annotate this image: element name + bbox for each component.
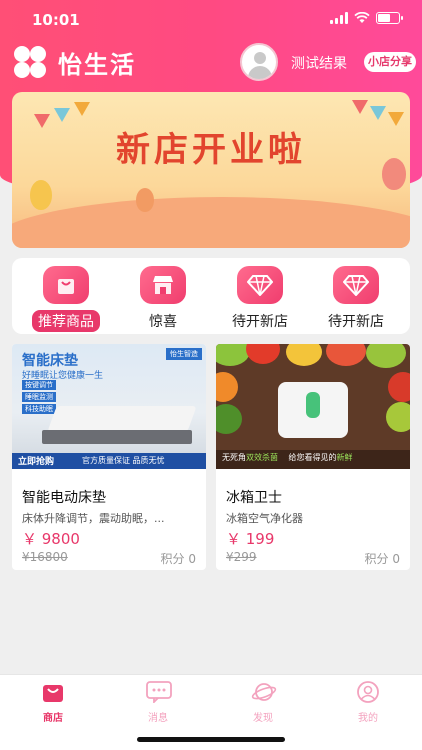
message-icon xyxy=(146,681,172,705)
app-title: 怡生活 xyxy=(58,50,136,79)
product-description: 冰箱空气净化器 xyxy=(226,512,303,525)
nav-label-surprise: 惊喜 xyxy=(149,314,177,330)
app-logo: 怡生活 xyxy=(12,44,136,80)
profile-icon xyxy=(356,681,380,703)
quick-nav: 推荐商品 惊喜 待开新店 待开新店 xyxy=(12,258,410,334)
product-name: 智能电动床垫 xyxy=(22,490,106,506)
planet-icon xyxy=(251,681,277,703)
product-price: ￥ 199 xyxy=(226,530,275,548)
status-icons xyxy=(330,12,403,24)
purifier-device xyxy=(278,382,348,438)
product-description: 床体升降调节，震动助眠，... xyxy=(22,512,165,525)
tab-shop[interactable]: 商店 xyxy=(23,681,83,724)
promo-banner[interactable]: 新店开业啦 xyxy=(12,92,410,248)
product-image-fridge-guard: 无死角双效杀菌 给您看得见的新鲜 xyxy=(216,344,410,469)
diamond-icon xyxy=(333,266,379,304)
status-time: 10:01 xyxy=(32,11,80,29)
product-card-fridge-guard[interactable]: 无死角双效杀菌 给您看得见的新鲜 冰箱卫士 冰箱空气净化器 ￥ 199 ¥299… xyxy=(216,344,410,570)
tab-messages[interactable]: 消息 xyxy=(128,681,188,724)
user-avatar[interactable] xyxy=(240,43,278,81)
nav-label-upcoming-store-1: 待开新店 xyxy=(232,314,288,330)
nav-label-upcoming-store-2: 待开新店 xyxy=(328,314,384,330)
shop-bag-icon xyxy=(41,681,65,703)
tab-label: 发现 xyxy=(253,713,273,724)
tab-discover[interactable]: 发现 xyxy=(233,681,293,724)
nav-upcoming-store-2[interactable]: 待开新店 xyxy=(308,266,404,332)
battery-icon xyxy=(376,12,403,24)
tab-label: 商店 xyxy=(43,713,63,724)
home-indicator xyxy=(137,737,285,742)
diamond-icon xyxy=(237,266,283,304)
tab-label: 我的 xyxy=(358,713,378,724)
shopping-bag-icon xyxy=(43,266,89,304)
signal-icon xyxy=(330,12,348,24)
product-card-mattress[interactable]: 智能床垫 好睡眠让您健康一生 怡生智造 按键调节 睡眠监测 科技助眠 立即抢购 … xyxy=(12,344,206,570)
product-name: 冰箱卫士 xyxy=(226,490,282,506)
app-header: 怡生活 测试结果 小店分享 xyxy=(0,40,422,84)
nav-recommended[interactable]: 推荐商品 xyxy=(18,266,114,332)
nav-label-recommended: 推荐商品 xyxy=(32,310,100,332)
wifi-icon xyxy=(354,12,370,23)
tab-label: 消息 xyxy=(148,713,168,724)
test-result-link[interactable]: 测试结果 xyxy=(291,53,347,73)
banner-title: 新店开业啦 xyxy=(116,130,306,170)
tab-profile[interactable]: 我的 xyxy=(338,681,398,724)
store-icon xyxy=(140,266,186,304)
product-original-price: ¥299 xyxy=(226,550,257,564)
product-points: 积分 0 xyxy=(364,552,400,566)
product-image-mattress: 智能床垫 好睡眠让您健康一生 怡生智造 按键调节 睡眠监测 科技助眠 立即抢购 … xyxy=(12,344,206,469)
product-price: ￥ 9800 xyxy=(22,530,80,548)
status-bar: 10:01 xyxy=(0,0,422,40)
product-original-price: ¥16800 xyxy=(22,550,68,564)
nav-upcoming-store-1[interactable]: 待开新店 xyxy=(212,266,308,332)
nav-surprise[interactable]: 惊喜 xyxy=(115,266,211,332)
store-share-button[interactable]: 小店分享 xyxy=(364,52,416,72)
product-points: 积分 0 xyxy=(160,552,196,566)
clover-logo-icon xyxy=(12,44,48,80)
